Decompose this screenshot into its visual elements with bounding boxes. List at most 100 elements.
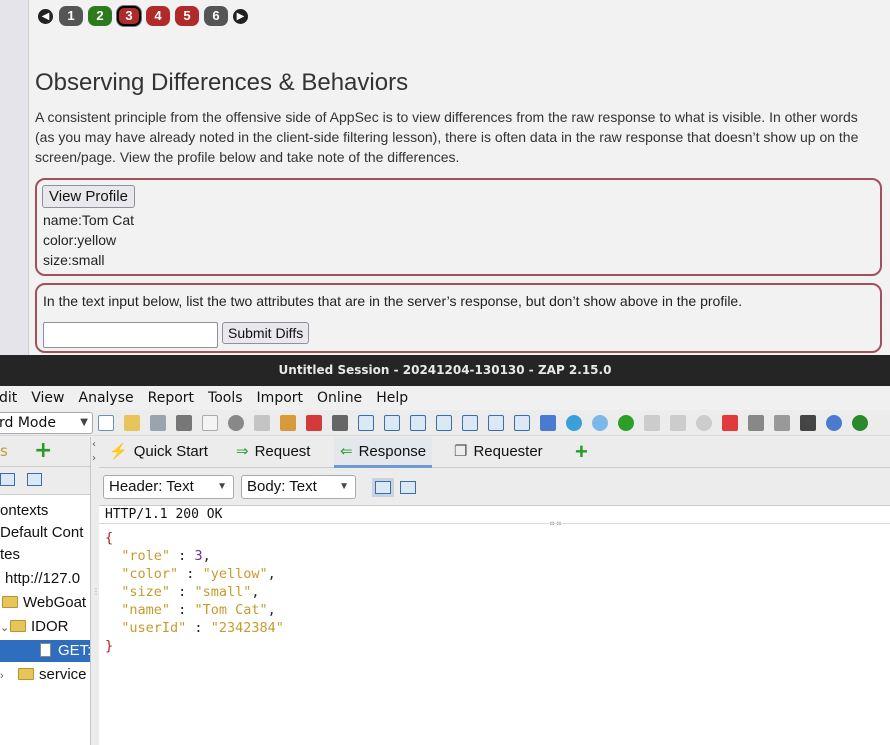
sites-toolbar bbox=[0, 467, 90, 495]
tab-quick-start[interactable]: ⚡ Quick Start bbox=[103, 437, 214, 468]
work-tabs: ⚡ Quick Start ⇒ Request ⇐ Response ❐ Request… bbox=[99, 437, 890, 468]
layout-2-icon[interactable] bbox=[384, 415, 400, 431]
menu-online[interactable]: Online bbox=[317, 390, 362, 406]
menu-bar: dit View Analyse Report Tools Import Onl… bbox=[0, 386, 890, 410]
response-body[interactable]: { "role" : 3, "color" : "yellow", "size"… bbox=[99, 526, 890, 745]
layout-4-icon[interactable] bbox=[436, 415, 452, 431]
tree-sites[interactable]: tes bbox=[0, 544, 90, 566]
folder-icon bbox=[18, 668, 34, 680]
tree-localhost[interactable]: http://127.0 bbox=[5, 568, 95, 590]
menu-edit[interactable]: dit bbox=[0, 390, 17, 406]
layout-3-icon[interactable] bbox=[410, 415, 426, 431]
tab-request[interactable]: ⇒ Request bbox=[230, 437, 316, 468]
window-title: Untitled Session - 20241204-130130 - ZAP… bbox=[0, 355, 890, 386]
link-sites-icon[interactable] bbox=[27, 473, 42, 486]
add-context-icon[interactable] bbox=[280, 415, 296, 431]
page-1-button[interactable]: 1 bbox=[59, 6, 83, 26]
remove-icon[interactable] bbox=[306, 415, 322, 431]
chevron-right-icon[interactable]: › bbox=[0, 665, 10, 686]
requester-icon: ❐ bbox=[454, 443, 468, 460]
browser-left-sidebar bbox=[0, 0, 29, 355]
add-tab-plus-icon[interactable]: + bbox=[34, 438, 52, 463]
help-icon[interactable] bbox=[826, 415, 842, 431]
tab-requester[interactable]: ❐ Requester bbox=[448, 437, 549, 468]
continue-icon[interactable] bbox=[670, 415, 686, 431]
sites-tree-panel: s + ontexts Default Cont tes http://127.… bbox=[0, 437, 91, 745]
menu-help[interactable]: Help bbox=[376, 390, 408, 406]
page-5-button[interactable]: 5 bbox=[175, 6, 199, 26]
tree-webgoat[interactable]: WebGoat bbox=[2, 592, 92, 614]
layout-6-icon[interactable] bbox=[488, 415, 504, 431]
tree-contexts[interactable]: ontexts bbox=[0, 500, 90, 522]
page-2-button[interactable]: 2 bbox=[88, 6, 112, 26]
close-red-x-icon[interactable] bbox=[722, 415, 738, 431]
scan-policy-icon[interactable] bbox=[540, 415, 556, 431]
layout-5-icon[interactable] bbox=[462, 415, 478, 431]
break-on-icon[interactable] bbox=[618, 415, 634, 431]
step-icon[interactable] bbox=[644, 415, 660, 431]
page-6-button[interactable]: 6 bbox=[204, 6, 228, 26]
add-tab-plus-icon[interactable]: + bbox=[575, 437, 588, 466]
open-session-icon[interactable] bbox=[124, 415, 140, 431]
sites-tab-bar: s + bbox=[0, 437, 90, 467]
zap-window: Untitled Session - 20241204-130130 - ZAP… bbox=[0, 355, 890, 745]
fuzzer-icon[interactable] bbox=[748, 415, 764, 431]
session-properties-icon[interactable] bbox=[202, 415, 218, 431]
refresh-icon[interactable] bbox=[566, 415, 582, 431]
menu-import[interactable]: Import bbox=[257, 390, 303, 406]
diff-input[interactable] bbox=[43, 322, 218, 348]
tree-service[interactable]: › service bbox=[0, 664, 90, 686]
options-gear-icon[interactable] bbox=[228, 415, 244, 431]
tree-get-request[interactable]: GET: bbox=[0, 640, 90, 662]
header-view-select[interactable]: Header: Text ▼ bbox=[103, 475, 234, 499]
diff-instruction: In the text input below, list the two at… bbox=[43, 293, 743, 309]
body-view-select[interactable]: Body: Text ▼ bbox=[241, 475, 356, 499]
arrow-right-icon[interactable]: ▶ bbox=[233, 8, 248, 24]
menu-tools[interactable]: Tools bbox=[208, 390, 243, 406]
page-3-button[interactable]: 3 bbox=[117, 6, 141, 26]
webgoat-page: ◀ 1 2 3 4 5 6 ▶ Observing Differences & … bbox=[0, 0, 890, 355]
diff-box: In the text input below, list the two at… bbox=[35, 283, 882, 353]
chevron-down-icon[interactable]: ⌄ bbox=[0, 617, 10, 638]
chevron-down-icon: ▼ bbox=[217, 481, 227, 492]
tab-response[interactable]: ⇐ Response bbox=[334, 437, 433, 468]
profile-color: color:yellow bbox=[43, 232, 117, 248]
menu-view[interactable]: View bbox=[31, 390, 64, 406]
lesson-content: ◀ 1 2 3 4 5 6 ▶ Observing Differences & … bbox=[30, 0, 890, 355]
new-session-icon[interactable] bbox=[98, 415, 114, 431]
mode-select[interactable]: rd Mode ▼ bbox=[0, 412, 93, 434]
view-profile-button[interactable]: View Profile bbox=[42, 185, 135, 208]
profile-name: name:Tom Cat bbox=[43, 212, 135, 228]
layout-7-icon[interactable] bbox=[514, 415, 530, 431]
split-horizontal-icon[interactable] bbox=[375, 481, 391, 494]
arrow-left-icon[interactable]: ◀ bbox=[38, 8, 53, 24]
chevron-right-icon[interactable]: › bbox=[92, 453, 96, 464]
scripts-icon[interactable] bbox=[774, 415, 790, 431]
chevron-down-icon: ▼ bbox=[339, 481, 349, 492]
tree-idor[interactable]: ⌄ IDOR bbox=[0, 616, 90, 638]
page-title: Observing Differences & Behaviors bbox=[35, 69, 409, 96]
split-vertical-icon[interactable] bbox=[400, 481, 416, 494]
drop-icon[interactable] bbox=[696, 415, 712, 431]
sites-tab[interactable]: s bbox=[0, 442, 8, 460]
submit-diffs-button[interactable]: Submit Diffs bbox=[222, 322, 310, 344]
response-status-line: HTTP/1.1 200 OK bbox=[99, 506, 890, 524]
panel-splitter[interactable]: ‹ › ⋮ bbox=[91, 437, 100, 745]
tree-default-context[interactable]: Default Cont bbox=[0, 522, 90, 544]
export-icon[interactable] bbox=[254, 415, 270, 431]
save-session-icon[interactable] bbox=[150, 415, 166, 431]
show-sites-icon[interactable] bbox=[0, 473, 15, 486]
menu-analyse[interactable]: Analyse bbox=[79, 390, 134, 406]
folder-icon bbox=[10, 620, 26, 632]
snapshot-icon[interactable] bbox=[176, 415, 192, 431]
menu-report[interactable]: Report bbox=[148, 390, 194, 406]
lesson-pager: ◀ 1 2 3 4 5 6 ▶ bbox=[38, 6, 254, 26]
chevron-left-icon[interactable]: ‹ bbox=[92, 439, 96, 450]
https-icon[interactable] bbox=[332, 415, 348, 431]
lightbulb-icon[interactable] bbox=[592, 415, 608, 431]
profile-size: size:small bbox=[43, 252, 105, 268]
page-4-button[interactable]: 4 bbox=[146, 6, 170, 26]
layout-1-icon[interactable] bbox=[358, 415, 374, 431]
terminal-icon[interactable] bbox=[800, 415, 816, 431]
hud-icon[interactable] bbox=[852, 415, 868, 431]
